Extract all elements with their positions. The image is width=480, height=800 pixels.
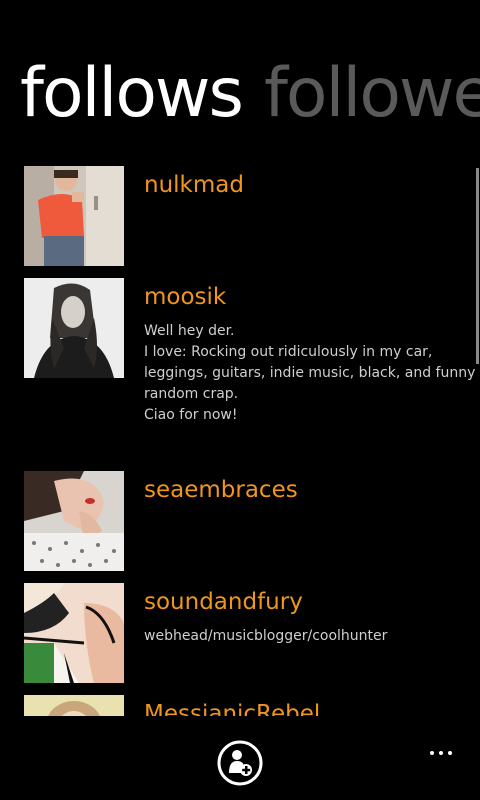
- user-info: seaembraces: [124, 471, 474, 583]
- user-info: nulkmad: [124, 166, 474, 278]
- user-bio: webhead/musicblogger/coolhunter: [144, 626, 474, 647]
- avatar: [24, 471, 124, 571]
- bio-line: leggings, guitars, indie music, black, a…: [144, 365, 476, 381]
- user-name[interactable]: MessianicRebel: [144, 699, 474, 716]
- user-info: MessianicRebel: [124, 695, 474, 716]
- scroll-indicator: [476, 168, 479, 364]
- avatar: [24, 583, 124, 683]
- ellipsis-icon: [430, 751, 434, 755]
- user-name[interactable]: seaembraces: [144, 475, 474, 505]
- follows-page: followsfollowers nulkmad: [0, 0, 480, 800]
- app-bar: [0, 728, 480, 800]
- add-friend-icon: [217, 740, 263, 786]
- user-info: soundandfury webhead/musicblogger/coolhu…: [124, 583, 474, 695]
- tab-follows[interactable]: follows: [20, 54, 244, 134]
- add-friend-button[interactable]: [217, 740, 263, 786]
- user-bio: Well hey der. I love: Rocking out ridicu…: [144, 321, 476, 426]
- user-name[interactable]: nulkmad: [144, 170, 474, 200]
- follows-list: nulkmad moosik Well hey der. I love: Roc…: [0, 166, 480, 716]
- bio-line: Well hey der.: [144, 323, 235, 339]
- tab-followers[interactable]: followers: [264, 54, 480, 134]
- avatar: [24, 695, 124, 716]
- more-button[interactable]: [430, 740, 458, 756]
- user-name[interactable]: moosik: [144, 282, 474, 312]
- bio-line: random crap.: [144, 386, 239, 402]
- pivot-header: followsfollowers: [20, 54, 480, 144]
- user-name[interactable]: soundandfury: [144, 587, 474, 617]
- bio-line: I love: Rocking out ridiculously in my c…: [144, 344, 433, 360]
- user-info: moosik Well hey der. I love: Rocking out…: [124, 278, 476, 471]
- list-item[interactable]: moosik Well hey der. I love: Rocking out…: [0, 278, 480, 471]
- list-item[interactable]: nulkmad: [0, 166, 480, 278]
- avatar: [24, 166, 124, 266]
- list-item[interactable]: seaembraces: [0, 471, 480, 583]
- list-item[interactable]: soundandfury webhead/musicblogger/coolhu…: [0, 583, 480, 695]
- bio-line: webhead/musicblogger/coolhunter: [144, 628, 388, 644]
- list-item[interactable]: MessianicRebel: [0, 695, 480, 716]
- bio-line: Ciao for now!: [144, 407, 238, 423]
- avatar: [24, 278, 124, 378]
